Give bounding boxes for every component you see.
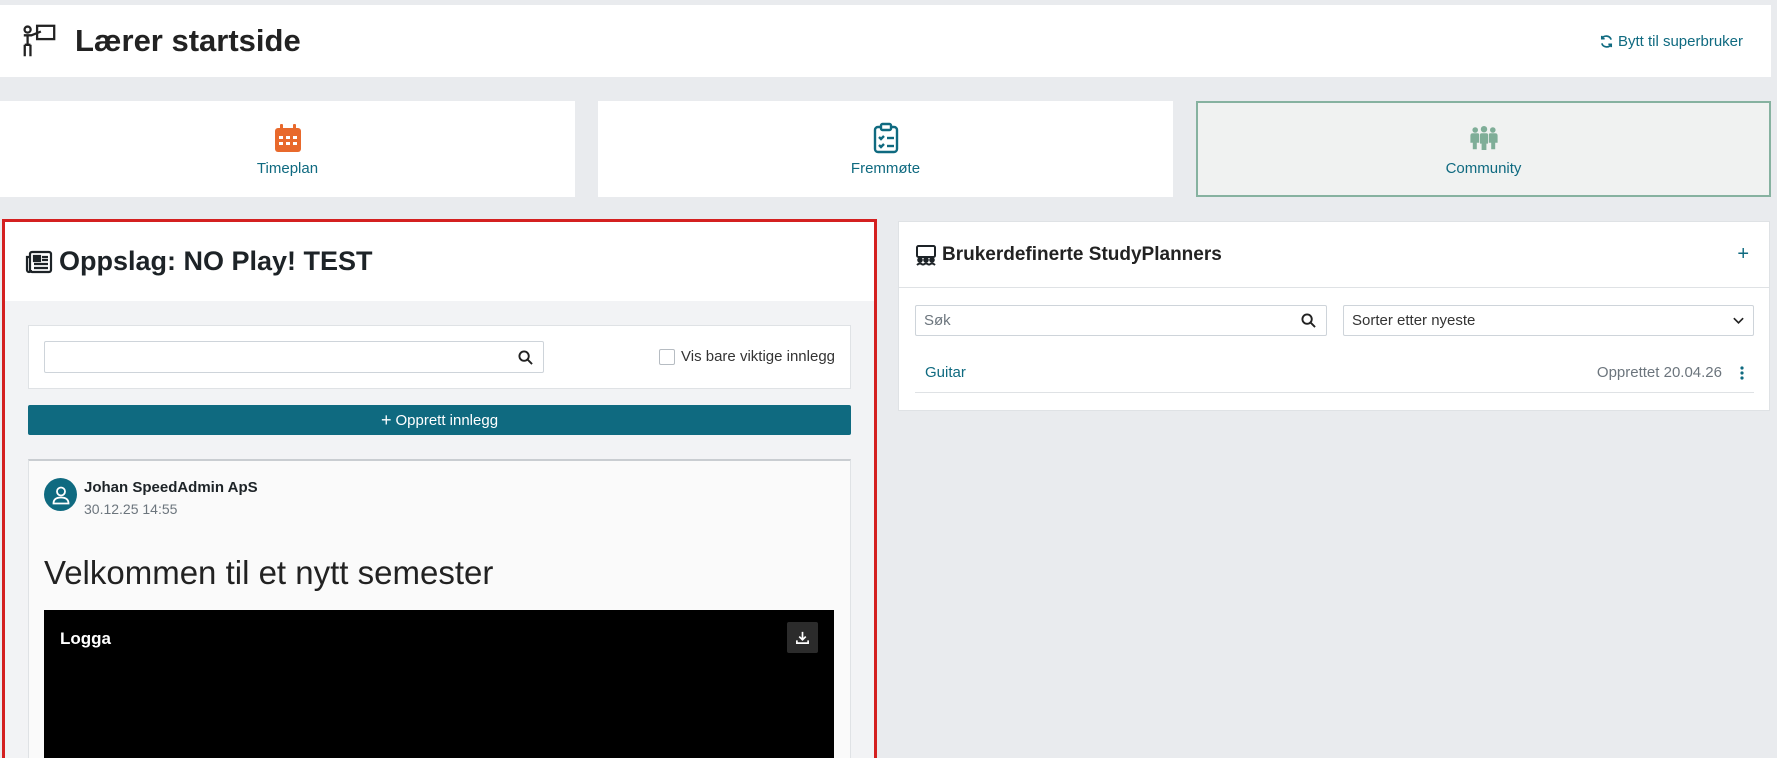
download-icon	[796, 631, 809, 644]
checkbox-box[interactable]	[659, 348, 676, 365]
important-only-label: Vis bare viktige innlegg	[681, 348, 835, 365]
post-title: Velkommen til et nytt semester	[44, 554, 494, 591]
teacher-board-icon	[23, 24, 56, 57]
bulletin-title: Oppslag: NO Play! TEST	[59, 246, 373, 276]
tile-timeplan[interactable]: Timeplan	[0, 101, 575, 197]
studyplanners-title: Brukerdefinerte StudyPlanners	[942, 243, 1222, 265]
studyplanner-created: Opprettet 20.04.26	[1596, 364, 1722, 381]
studyplanners-header: Brukerdefinerte StudyPlanners +	[899, 222, 1769, 288]
post-author: Johan SpeedAdmin ApS	[84, 479, 258, 496]
newspaper-icon	[25, 250, 53, 273]
avatar	[44, 478, 77, 511]
refresh-icon	[1600, 34, 1612, 48]
bulletin-filter-box: Vis bare viktige innlegg	[28, 325, 851, 389]
download-button[interactable]	[787, 622, 818, 653]
tile-community-label: Community	[1445, 159, 1522, 177]
list-item: Guitar Opprettet 20.04.26	[915, 353, 1754, 393]
people-group-icon	[1469, 125, 1498, 150]
switch-superuser-link[interactable]: Bytt til superbruker	[1599, 33, 1743, 50]
plus-icon: +	[380, 409, 392, 430]
nav-tiles: Timeplan Fremmøte Community	[0, 101, 1771, 197]
search-icon[interactable]	[1301, 313, 1316, 328]
page-header: Lærer startside Bytt til superbruker	[0, 5, 1771, 77]
search-icon[interactable]	[518, 350, 533, 365]
bulletin-search	[44, 341, 544, 373]
studyplanners-panel: Brukerdefinerte StudyPlanners + Sorter e…	[898, 221, 1770, 411]
tile-fremmote-label: Fremmøte	[850, 159, 921, 177]
tile-fremmote[interactable]: Fremmøte	[598, 101, 1173, 197]
bulletin-header: Oppslag: NO Play! TEST	[5, 222, 874, 301]
studyplanner-search-input[interactable]	[916, 306, 1286, 335]
bulletin-panel: Oppslag: NO Play! TEST Vis bare viktige …	[2, 219, 877, 758]
create-post-button[interactable]: + Opprett innlegg	[28, 405, 851, 435]
presentation-audience-icon	[916, 244, 936, 266]
chevron-down-icon	[1733, 317, 1744, 325]
switch-superuser-label: Bytt til superbruker	[1617, 32, 1743, 50]
bulletin-post: Johan SpeedAdmin ApS 30.12.25 14:55 Velk…	[28, 459, 851, 758]
user-icon	[52, 486, 69, 504]
studyplanner-name-link[interactable]: Guitar	[925, 364, 966, 381]
bulletin-search-input[interactable]	[45, 342, 505, 372]
clipboard-check-icon	[873, 122, 898, 153]
calendar-icon	[274, 123, 301, 152]
tile-community[interactable]: Community	[1196, 101, 1771, 197]
create-post-label: Opprett innlegg	[395, 411, 499, 429]
media-label: Logga	[60, 629, 111, 648]
add-studyplanner-button[interactable]: +	[1737, 243, 1749, 266]
kebab-menu-icon[interactable]	[1734, 365, 1750, 381]
tile-timeplan-label: Timeplan	[256, 159, 319, 177]
sort-select[interactable]: Sorter etter nyeste	[1343, 305, 1754, 336]
studyplanner-search	[915, 305, 1327, 336]
important-only-checkbox[interactable]: Vis bare viktige innlegg	[659, 348, 835, 365]
post-date: 30.12.25 14:55	[84, 501, 178, 517]
page-title: Lærer startside	[75, 23, 301, 58]
sort-select-value: Sorter etter nyeste	[1352, 312, 1476, 329]
post-media[interactable]: Logga	[44, 610, 834, 758]
